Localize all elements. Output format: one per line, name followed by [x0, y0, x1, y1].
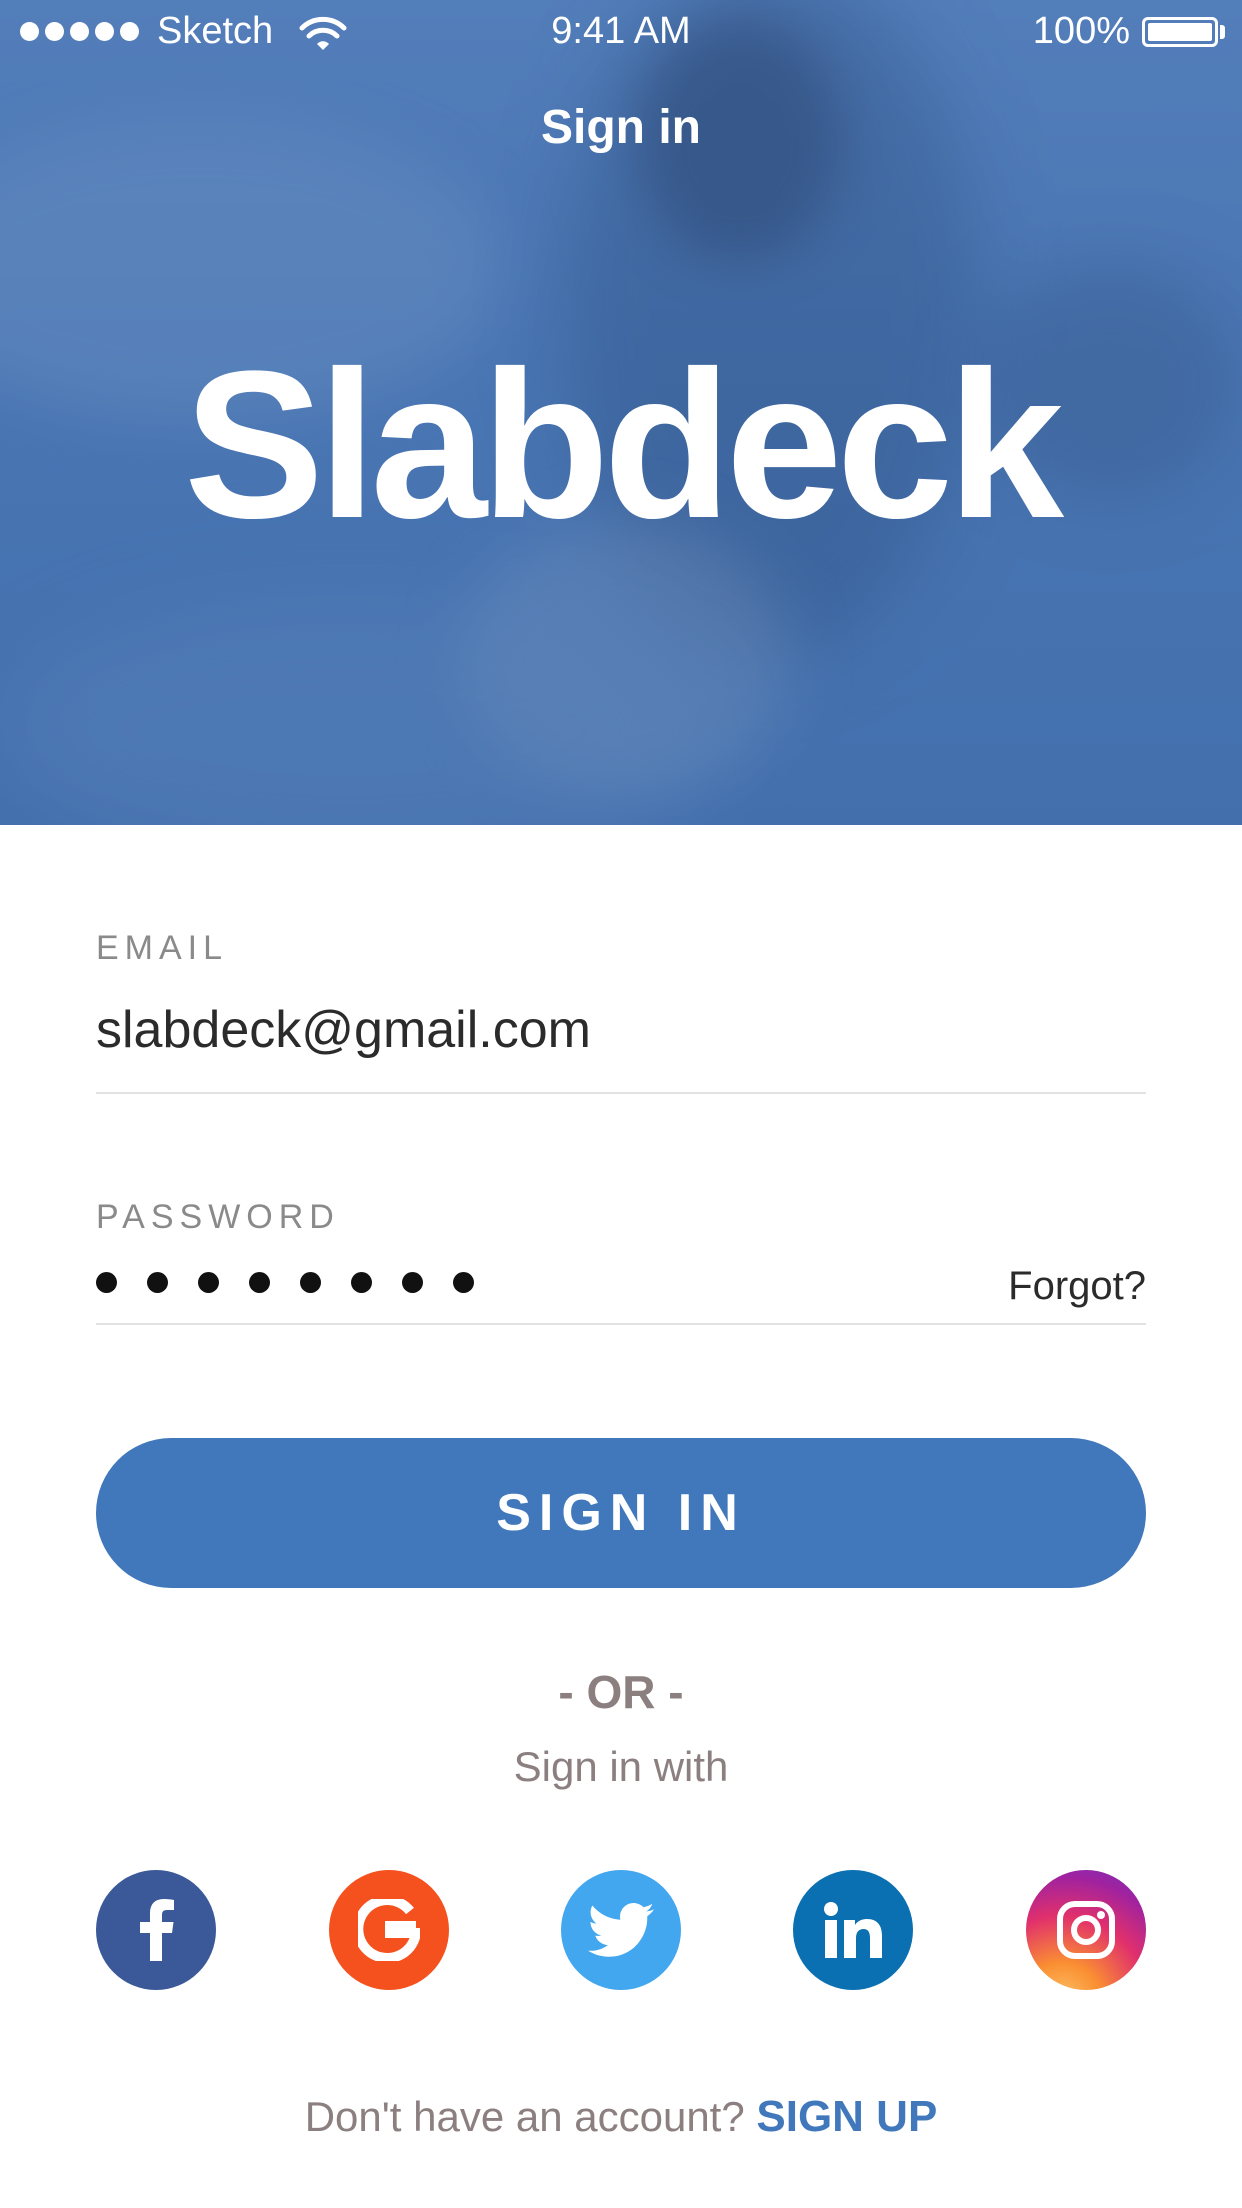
email-underline: [96, 1092, 1146, 1094]
facebook-icon: [140, 1899, 174, 1961]
sign-in-button[interactable]: SIGN IN: [96, 1438, 1146, 1588]
password-mask-dot: [402, 1272, 423, 1293]
password-mask-dot: [453, 1272, 474, 1293]
battery-tip: [1220, 25, 1225, 39]
twitter-button[interactable]: [561, 1870, 681, 1990]
google-icon: [358, 1899, 420, 1961]
password-mask-dot: [249, 1272, 270, 1293]
password-field[interactable]: [96, 1272, 474, 1293]
password-mask-dot: [96, 1272, 117, 1293]
password-mask-dot: [351, 1272, 372, 1293]
instagram-icon: [1057, 1901, 1115, 1959]
signup-prompt-row: Don't have an account? SIGN UP: [0, 2092, 1242, 2142]
forgot-password-link[interactable]: Forgot?: [1008, 1264, 1146, 1309]
battery-icon: [1142, 17, 1218, 47]
status-bar: Sketch 9:41 AM 100%: [0, 0, 1242, 62]
linkedin-button[interactable]: [793, 1870, 913, 1990]
facebook-button[interactable]: [96, 1870, 216, 1990]
twitter-icon: [588, 1903, 654, 1957]
password-underline: [96, 1323, 1146, 1325]
email-label: EMAIL: [96, 929, 229, 967]
sign-in-with-label: Sign in with: [513, 1743, 729, 1790]
sign-up-link[interactable]: SIGN UP: [756, 2092, 937, 2141]
instagram-button[interactable]: [1026, 1870, 1146, 1990]
password-mask-dot: [198, 1272, 219, 1293]
password-mask-dot: [147, 1272, 168, 1293]
signup-prompt-text: Don't have an account?: [304, 2093, 757, 2140]
app-logo: Slabdeck: [183, 327, 1064, 562]
password-mask-dot: [300, 1272, 321, 1293]
battery-percentage: 100%: [1032, 10, 1130, 52]
or-divider: - OR -: [558, 1666, 684, 1718]
linkedin-icon: [824, 1902, 882, 1958]
hero-banner: Sketch 9:41 AM 100% Sign in Slabdeck: [0, 0, 1242, 825]
email-field[interactable]: [96, 1000, 1146, 1060]
page-title: Sign in: [541, 101, 701, 154]
password-label: PASSWORD: [96, 1198, 340, 1236]
google-button[interactable]: [329, 1870, 449, 1990]
